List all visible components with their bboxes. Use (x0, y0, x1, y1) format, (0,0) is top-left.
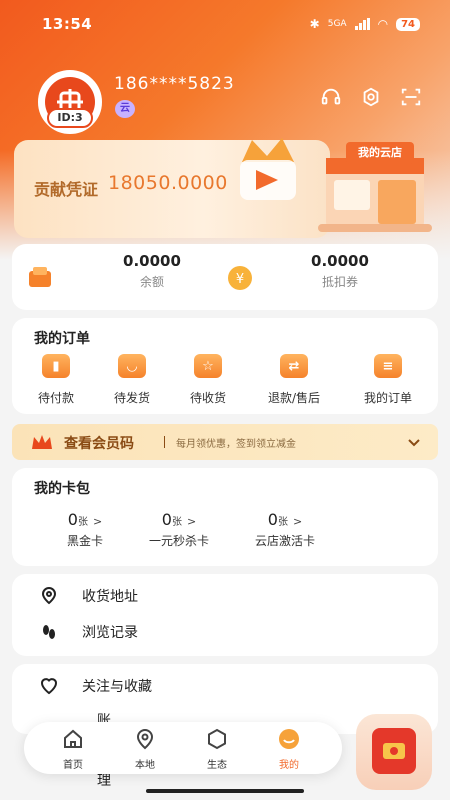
order-pending-payment[interactable]: ▮ 待付款 (16, 354, 96, 406)
contribution-value: 18050.0000 (108, 172, 228, 194)
location-icon (136, 729, 154, 750)
order-pending-receipt[interactable]: ☆ 待收货 (168, 354, 248, 406)
bottom-nav: 首页 本地 生态 我的 (24, 722, 342, 774)
service-list-card: 收货地址 浏览记录 (12, 574, 438, 656)
orders-title: 我的订单 (34, 331, 90, 347)
list-item-history[interactable]: 浏览记录 (40, 622, 138, 642)
coupon-value: 0.0000 (311, 252, 369, 270)
order-all[interactable]: ≡ 我的订单 (348, 354, 428, 406)
svg-text:¥: ¥ (236, 272, 244, 287)
list-item-favorites[interactable]: 关注与收藏 (40, 676, 152, 696)
balance-card: 0.0000 余额 ¥ 0.0000 抵扣券 (12, 244, 438, 310)
exchange-icon: ⇄ (280, 354, 308, 378)
smile-icon (279, 729, 299, 749)
wallet-icon (29, 267, 51, 287)
orders-card: 我的订单 ▮ 待付款 ◡ 待发货 ☆ 待收货 ⇄ 退款/售后 ≡ 我的订单 (12, 318, 438, 414)
balance-item[interactable]: 0.0000 余额 (92, 252, 212, 290)
balance-value: 0.0000 (123, 252, 181, 270)
level-badge[interactable]: 云 (115, 100, 135, 118)
wifi-icon: ◠ (377, 17, 389, 31)
crown-icon (32, 435, 52, 449)
balance-label: 余额 (139, 275, 164, 289)
coupon-item[interactable]: 0.0000 抵扣券 (280, 252, 400, 290)
chevron-right-icon: > (293, 515, 303, 528)
chevron-right-icon: > (187, 515, 197, 528)
shopping-bag-icon: ◡ (118, 354, 146, 378)
chevron-down-icon[interactable] (406, 434, 422, 450)
list-item-address[interactable]: 收货地址 (40, 586, 138, 606)
settings-icon[interactable] (360, 86, 382, 108)
member-code-bar[interactable]: 查看会员码 每月领优惠，签到领立减金 (12, 424, 438, 460)
status-icons: ✱ 5GA ◠ 74 (310, 17, 420, 31)
nav-ecosystem[interactable]: 生态 (192, 728, 242, 771)
wallet-icon: ▮ (42, 354, 70, 378)
chevron-right-icon: > (93, 515, 103, 528)
wallet-title: 我的卡包 (34, 481, 90, 497)
card-wallet: 我的卡包 0张 > 黑金卡 0张 > 一元秒杀卡 0张 > 云店激活卡 (12, 468, 438, 566)
home-icon (64, 729, 82, 748)
nav-local[interactable]: 本地 (120, 728, 170, 771)
crown-box-icon (240, 138, 296, 200)
bluetooth-icon: ✱ (309, 17, 320, 31)
nav-home[interactable]: 首页 (48, 728, 98, 771)
coin-icon: ¥ (228, 266, 252, 290)
status-bar: 13:54 ✱ 5GA ◠ 74 (0, 0, 450, 48)
phone-number: 186****5823 (114, 74, 235, 94)
footprint-icon (43, 625, 55, 639)
contribution-label: 贡献凭证 (34, 180, 99, 199)
store-activation-card-item[interactable]: 0张 > 云店激活卡 (230, 510, 340, 549)
id-badge: ID:3 (47, 108, 93, 128)
scan-icon[interactable] (400, 86, 422, 108)
battery-indicator: 74 (396, 17, 420, 31)
heart-icon (40, 678, 58, 695)
nav-mine[interactable]: 我的 (264, 728, 314, 771)
home-indicator[interactable] (146, 789, 304, 793)
network-label: 5GA (327, 19, 347, 29)
order-refund[interactable]: ⇄ 退款/售后 (254, 354, 334, 406)
member-code-desc: 每月领优惠，签到领立减金 (176, 439, 296, 450)
divider (164, 436, 165, 448)
red-envelope-button[interactable] (356, 714, 432, 790)
member-code-title: 查看会员码 (64, 436, 134, 452)
status-time: 13:54 (42, 15, 93, 33)
red-envelope-icon (372, 728, 416, 774)
header-actions (320, 86, 422, 108)
order-pending-shipment[interactable]: ◡ 待发货 (92, 354, 172, 406)
star-badge-icon: ☆ (194, 354, 222, 378)
hexagon-icon (208, 728, 226, 750)
location-pin-icon (41, 587, 57, 605)
list-icon: ≡ (374, 354, 402, 378)
flash-sale-card-item[interactable]: 0张 > 一元秒杀卡 (124, 510, 234, 549)
my-store-sign: 我的云店 (346, 142, 414, 164)
signal-icon (354, 18, 370, 30)
coupon-label: 抵扣券 (321, 275, 358, 289)
contribution-card[interactable]: 贡献凭证 18050.0000 (14, 138, 330, 238)
headset-icon[interactable] (320, 86, 342, 108)
